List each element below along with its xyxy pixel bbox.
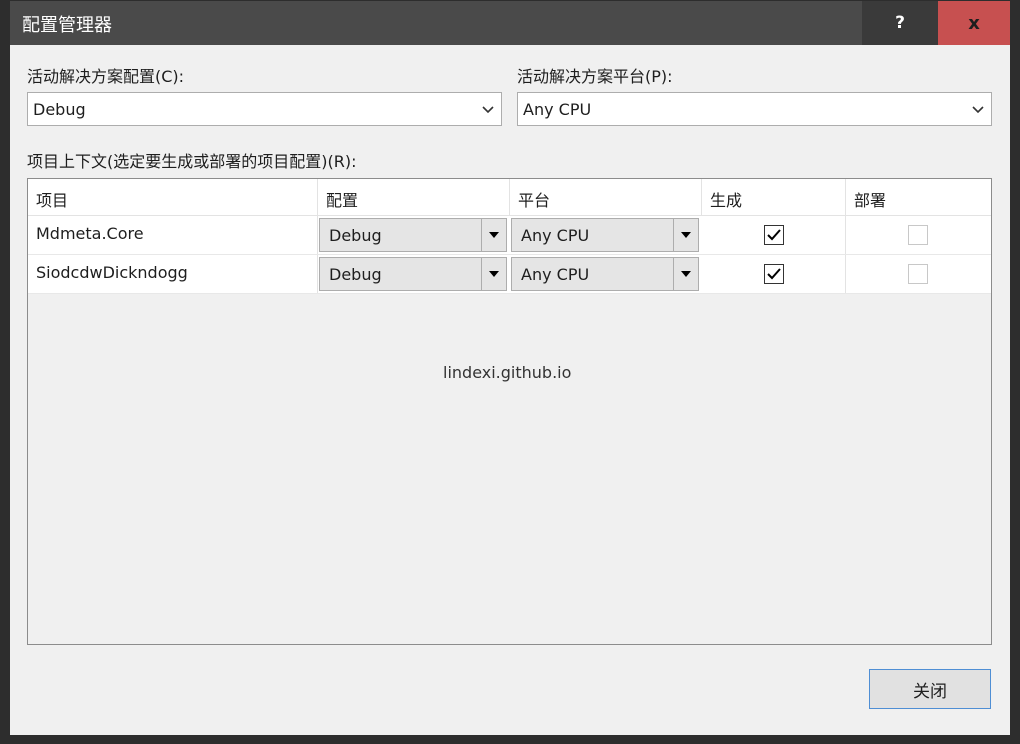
help-icon: ? xyxy=(895,13,905,33)
column-header-config[interactable]: 配置 xyxy=(318,179,510,215)
column-header-project[interactable]: 项目 xyxy=(28,179,318,215)
solution-config-dropdown[interactable]: Debug xyxy=(27,92,502,126)
project-context-label: 项目上下文(选定要生成或部署的项目配置)(R): xyxy=(27,152,357,171)
solution-config-label: 活动解决方案配置(C): xyxy=(27,67,185,86)
chevron-down-icon xyxy=(482,106,494,114)
deploy-checkbox[interactable] xyxy=(908,264,928,284)
build-checkbox[interactable] xyxy=(764,264,784,284)
row-config-dropdown[interactable]: Debug xyxy=(319,218,507,252)
solution-platform-dropdown[interactable]: Any CPU xyxy=(517,92,992,126)
watermark-text: lindexi.github.io xyxy=(443,363,572,382)
solution-platform-value: Any CPU xyxy=(523,100,592,119)
window-title: 配置管理器 xyxy=(22,15,112,36)
grid-header: 项目 配置 平台 生成 部署 xyxy=(28,179,991,216)
configuration-manager-dialog: 配置管理器 ? x 活动解决方案配置(C): Debug 活动解决方案平台(P)… xyxy=(0,0,1020,744)
window-close-button[interactable]: x xyxy=(938,1,1010,45)
row-platform-dropdown[interactable]: Any CPU xyxy=(511,218,699,252)
column-header-platform[interactable]: 平台 xyxy=(510,179,702,215)
dialog-content: 活动解决方案配置(C): Debug 活动解决方案平台(P): Any CPU … xyxy=(10,45,1010,735)
dropdown-arrow-icon[interactable] xyxy=(481,258,506,290)
checkmark-icon xyxy=(767,268,781,280)
deploy-cell xyxy=(846,255,991,293)
table-row[interactable]: Mdmeta.Core Debug Any CPU xyxy=(28,216,991,255)
solution-config-value: Debug xyxy=(33,100,86,119)
close-button[interactable]: 关闭 xyxy=(869,669,991,709)
dropdown-arrow-icon[interactable] xyxy=(481,219,506,251)
dropdown-arrow-icon[interactable] xyxy=(673,258,698,290)
help-button[interactable]: ? xyxy=(862,1,938,45)
solution-platform-label: 活动解决方案平台(P): xyxy=(517,67,673,86)
build-cell xyxy=(702,255,846,293)
column-header-build[interactable]: 生成 xyxy=(702,179,846,215)
project-cell: Mdmeta.Core xyxy=(28,216,318,254)
checkmark-icon xyxy=(767,229,781,241)
close-icon: x xyxy=(968,12,980,34)
row-platform-dropdown[interactable]: Any CPU xyxy=(511,257,699,291)
deploy-checkbox[interactable] xyxy=(908,225,928,245)
chevron-down-icon xyxy=(972,106,984,114)
build-checkbox[interactable] xyxy=(764,225,784,245)
close-button-label: 关闭 xyxy=(913,681,947,702)
row-config-dropdown[interactable]: Debug xyxy=(319,257,507,291)
title-bar: 配置管理器 ? x xyxy=(10,1,1010,45)
table-row[interactable]: SiodcdwDickndogg Debug Any CPU xyxy=(28,255,991,294)
column-header-deploy[interactable]: 部署 xyxy=(846,179,991,215)
deploy-cell xyxy=(846,216,991,254)
dropdown-arrow-icon[interactable] xyxy=(673,219,698,251)
project-context-grid: 项目 配置 平台 生成 部署 Mdmeta.Core Debug Any CPU… xyxy=(27,178,992,645)
build-cell xyxy=(702,216,846,254)
project-cell: SiodcdwDickndogg xyxy=(28,255,318,293)
